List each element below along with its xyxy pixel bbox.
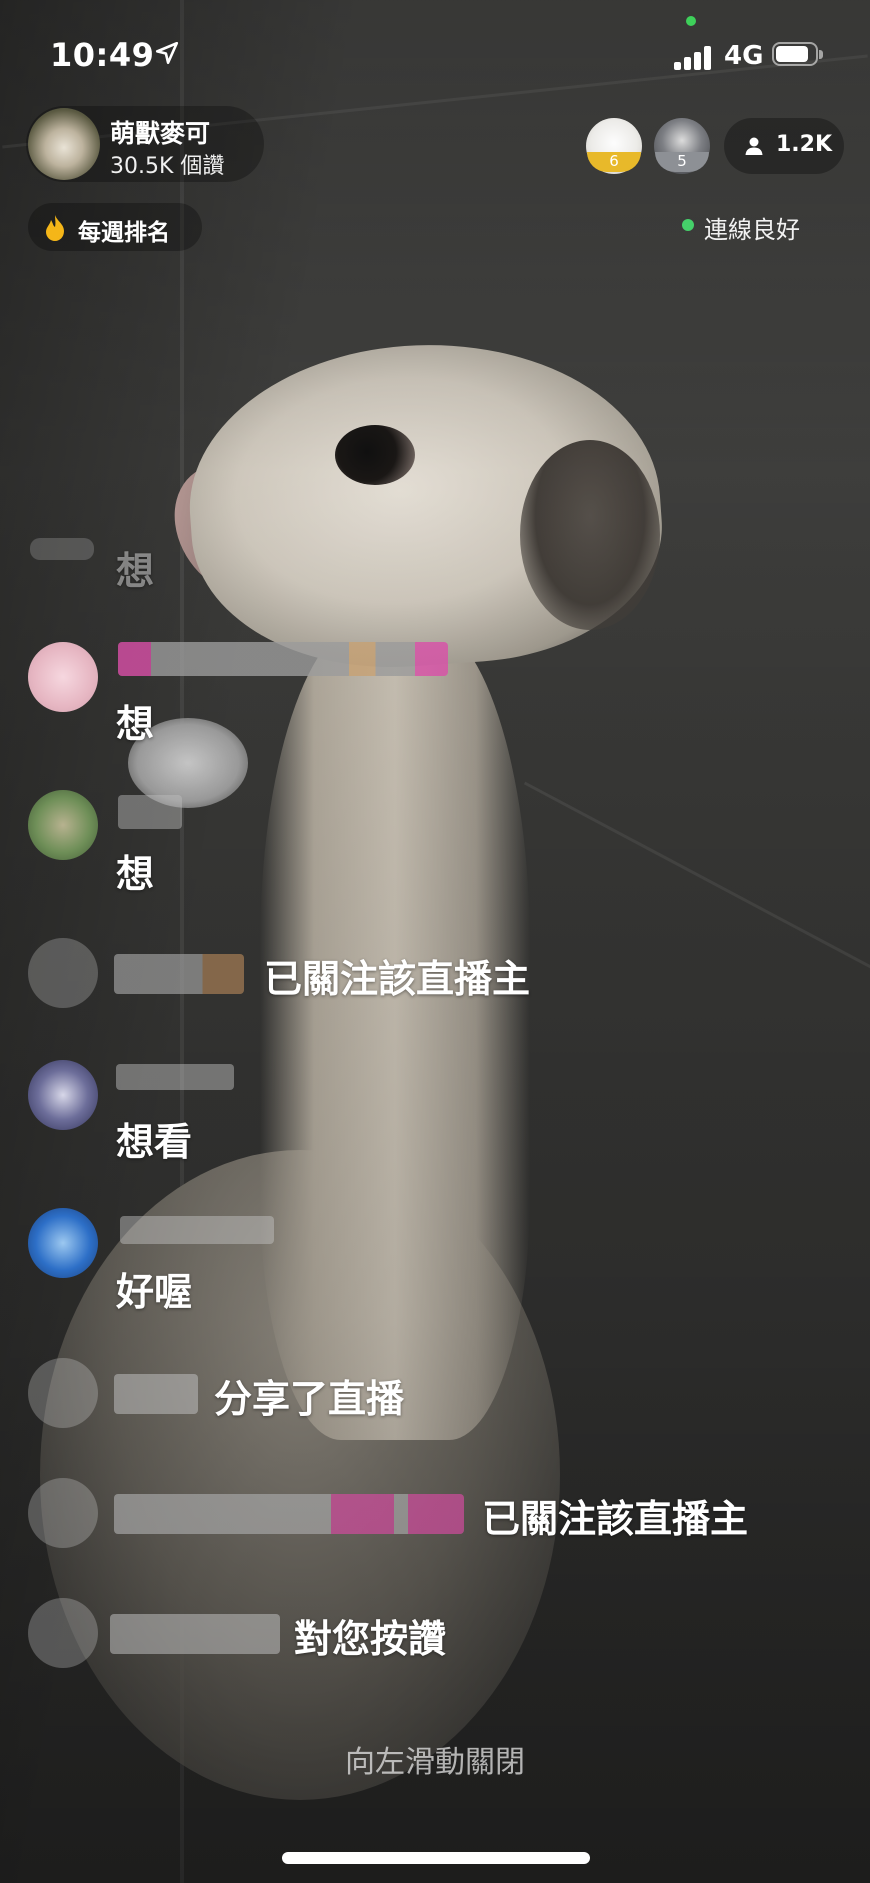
chat-message-text: 想 bbox=[116, 549, 155, 593]
chat-user-avatar[interactable] bbox=[28, 1598, 98, 1668]
live-video-background bbox=[0, 0, 870, 1883]
location-arrow-icon bbox=[155, 41, 179, 65]
connection-status: 連線良好 bbox=[682, 210, 800, 245]
chat-user-avatar[interactable] bbox=[28, 1060, 98, 1130]
chat-message-text: 想 bbox=[116, 852, 155, 896]
chat-user-avatar[interactable] bbox=[28, 790, 98, 860]
status-time: 10:49 bbox=[50, 36, 155, 74]
chat-username-blurred[interactable] bbox=[120, 1216, 274, 1244]
chat-message-text: 已關注該直播主 bbox=[264, 957, 531, 1001]
chat-message-text: 已關注該直播主 bbox=[482, 1497, 749, 1541]
weekly-rank-button[interactable]: 每週排名 bbox=[28, 203, 202, 251]
person-icon bbox=[745, 137, 763, 155]
chat-message-text: 分享了直播 bbox=[214, 1377, 405, 1421]
chat-username-blurred[interactable] bbox=[114, 1494, 464, 1534]
chat-message-text: 想看 bbox=[116, 1120, 193, 1164]
chat-user-avatar[interactable] bbox=[28, 1478, 98, 1548]
host-name: 萌獸麥可 bbox=[110, 119, 211, 148]
chat-username-blurred bbox=[30, 538, 94, 560]
swipe-to-close-hint: 向左滑動關閉 bbox=[345, 1745, 525, 1780]
connection-status-dot bbox=[682, 219, 694, 231]
chat-username-blurred[interactable] bbox=[116, 1064, 234, 1090]
viewer-count: 1.2K bbox=[776, 132, 833, 157]
chat-user-avatar[interactable] bbox=[28, 938, 98, 1008]
chat-user-avatar[interactable] bbox=[28, 1208, 98, 1278]
host-avatar[interactable] bbox=[28, 108, 100, 180]
chat-message-text: 好喔 bbox=[116, 1270, 193, 1314]
chat-user-avatar[interactable] bbox=[28, 642, 98, 712]
signal-bars-icon bbox=[674, 44, 714, 70]
connection-status-label: 連線良好 bbox=[704, 216, 800, 244]
status-bar: 10:49 4G bbox=[0, 0, 870, 110]
chat-message-text: 對您按讚 bbox=[294, 1617, 447, 1661]
chat-username-blurred[interactable] bbox=[110, 1614, 280, 1654]
chat-username-blurred[interactable] bbox=[118, 795, 182, 829]
chat-username-blurred[interactable] bbox=[114, 954, 244, 994]
host-info-pill[interactable]: 萌獸麥可 30.5K 個讚 bbox=[26, 106, 264, 182]
host-likes: 30.5K 個讚 bbox=[110, 154, 225, 179]
flame-icon bbox=[46, 215, 64, 241]
chat-username-blurred[interactable] bbox=[114, 1374, 198, 1414]
network-type: 4G bbox=[724, 41, 764, 71]
weekly-rank-label: 每週排名 bbox=[78, 220, 170, 246]
battery-icon bbox=[772, 42, 824, 68]
chat-user-avatar[interactable] bbox=[28, 1358, 98, 1428]
privacy-indicator bbox=[686, 16, 696, 26]
chat-message-text: 想 bbox=[116, 702, 155, 746]
viewer-count-button[interactable]: 1.2K bbox=[724, 118, 844, 174]
chat-username-blurred[interactable] bbox=[118, 642, 448, 676]
home-indicator[interactable] bbox=[282, 1852, 590, 1864]
